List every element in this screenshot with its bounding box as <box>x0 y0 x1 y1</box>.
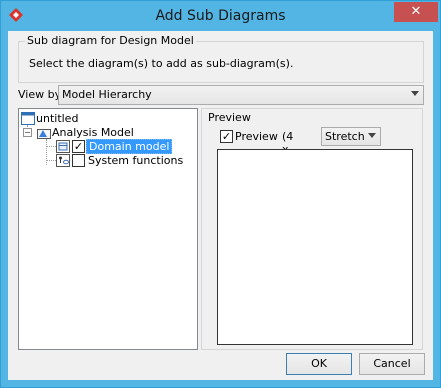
fit-mode-dropdown[interactable]: Stretch <box>321 127 381 146</box>
tree-root-label: untitled <box>36 112 79 125</box>
chevron-down-icon <box>368 133 376 138</box>
tree-connector <box>46 139 47 165</box>
preview-panel: Preview ✓ Preview (4 x 4) Stretch <box>201 108 423 350</box>
sub-diagram-group: Sub diagram for Design Model Select the … <box>18 34 424 83</box>
window-title: Add Sub Diagrams <box>155 8 286 24</box>
view-by-value: Model Hierarchy <box>62 88 152 101</box>
tree-item-label: Domain model <box>86 139 173 154</box>
dialog-body: Sub diagram for Design Model Select the … <box>8 31 433 380</box>
collapse-toggle[interactable]: − <box>23 128 32 137</box>
class-diagram-icon <box>56 140 70 153</box>
preview-title: Preview <box>208 111 251 124</box>
preview-checkbox-label: Preview <box>235 130 278 143</box>
view-by-dropdown[interactable]: Model Hierarchy <box>58 85 424 105</box>
tree-item-label: System functions <box>88 154 184 167</box>
tree-connector <box>46 160 56 161</box>
domain-model-checkbox[interactable]: ✓ <box>72 140 85 153</box>
fit-mode-value: Stretch <box>325 130 365 143</box>
model-folder-icon <box>37 129 51 139</box>
instruction-text: Select the diagram(s) to add as sub-diag… <box>29 57 294 70</box>
system-functions-checkbox[interactable] <box>72 154 85 167</box>
project-icon <box>21 112 35 125</box>
use-case-diagram-icon <box>56 154 70 167</box>
cancel-button[interactable]: Cancel <box>359 353 425 375</box>
group-title: Sub diagram for Design Model <box>25 34 196 47</box>
dialog-window: Add Sub Diagrams ✕ Sub diagram for Desig… <box>0 0 441 388</box>
diagram-tree[interactable]: untitled − Analysis Model ✓ Domain model… <box>18 108 198 350</box>
preview-canvas <box>217 149 413 345</box>
title-bar[interactable]: Add Sub Diagrams ✕ <box>1 1 440 31</box>
tree-connector <box>46 146 56 147</box>
close-button[interactable]: ✕ <box>394 2 438 22</box>
ok-button[interactable]: OK <box>286 353 352 375</box>
tree-model-label: Analysis Model <box>52 126 134 139</box>
preview-checkbox[interactable]: ✓ <box>220 130 233 143</box>
chevron-down-icon <box>411 91 419 96</box>
